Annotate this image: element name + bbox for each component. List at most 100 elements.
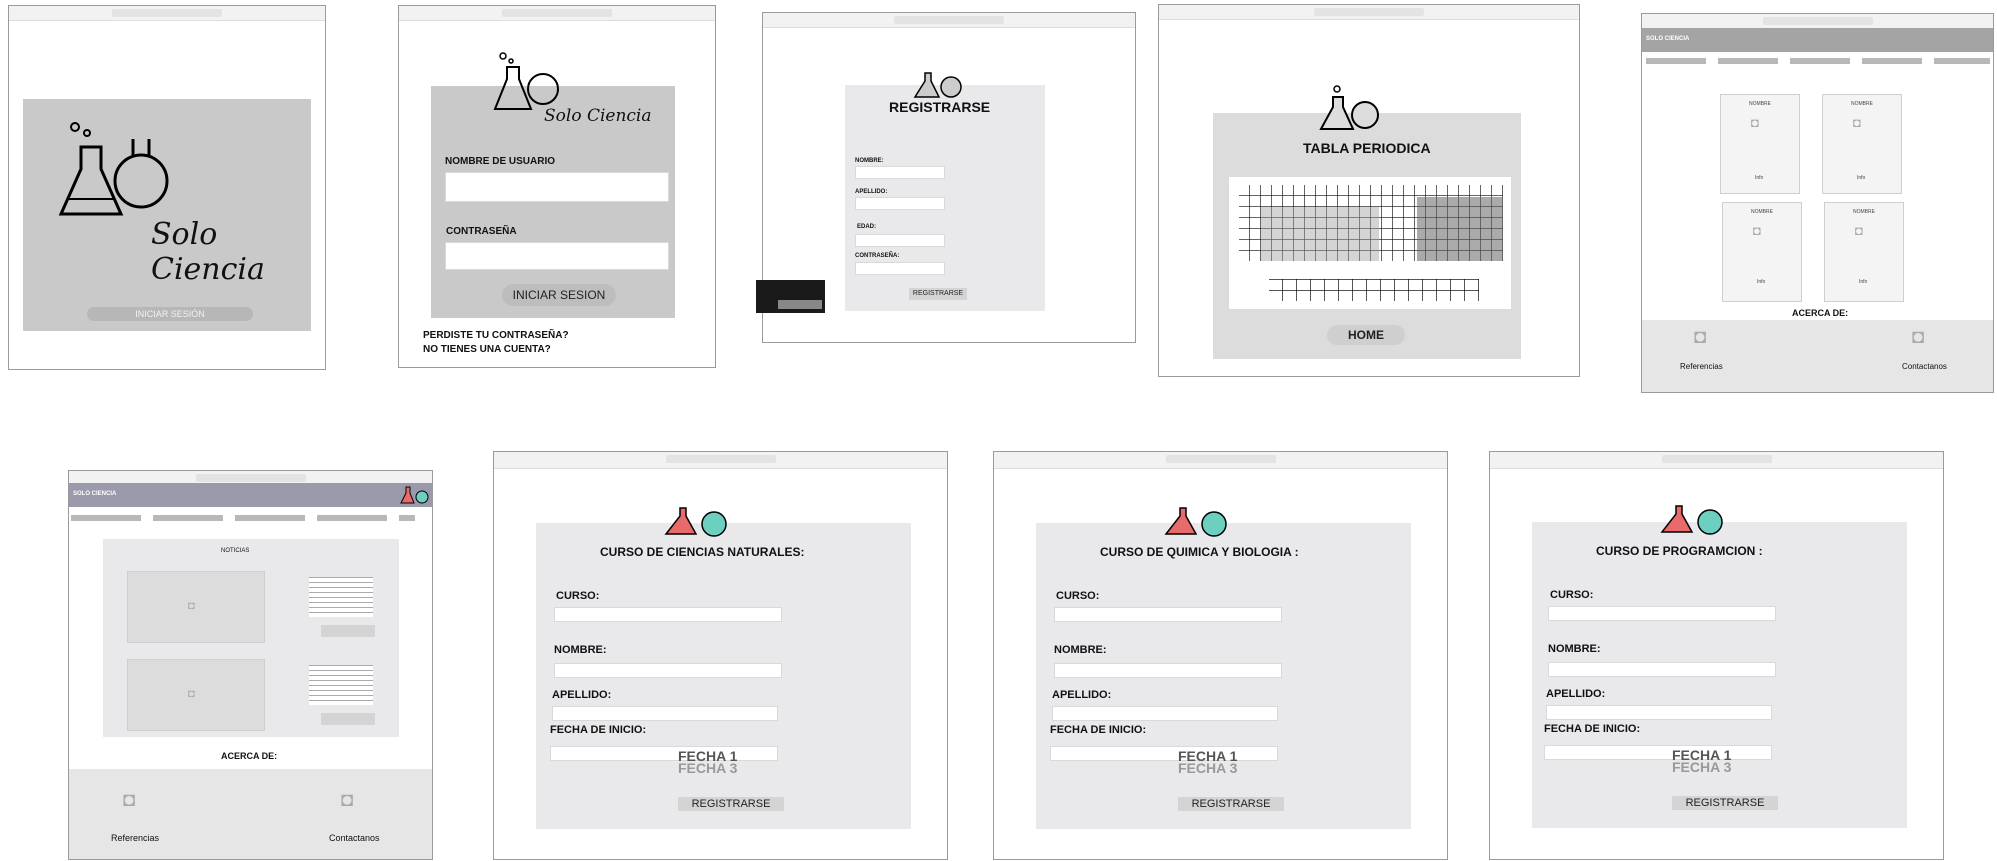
contact-link[interactable]: Contactanos bbox=[1902, 362, 1947, 371]
date-option[interactable]: FECHA 3 bbox=[1178, 760, 1237, 776]
card-info: Info bbox=[1757, 279, 1766, 285]
course-input[interactable] bbox=[1054, 607, 1282, 622]
start-date-label: FECHA DE INICIO: bbox=[1544, 723, 1641, 735]
read-more-button[interactable] bbox=[321, 625, 375, 637]
address-bar[interactable] bbox=[112, 9, 222, 17]
home-nav[interactable] bbox=[1646, 58, 1990, 64]
lastname-input[interactable] bbox=[1546, 705, 1772, 720]
news-header: SOLO CIENCIA bbox=[69, 483, 432, 507]
screen-login: Solo Ciencia NOMBRE DE USUARIO CONTRASEÑ… bbox=[398, 5, 716, 368]
course-label: CURSO: bbox=[1550, 589, 1594, 601]
lastname-label: APELLIDO: bbox=[1052, 689, 1112, 701]
read-more-button[interactable] bbox=[321, 713, 375, 725]
address-bar[interactable] bbox=[1762, 17, 1873, 25]
card-title: NOMBRE bbox=[1851, 101, 1873, 107]
course-card[interactable]: NOMBRE ◘ Info bbox=[1720, 94, 1800, 194]
register-button[interactable]: REGISTRARSE bbox=[1178, 797, 1284, 811]
address-bar[interactable] bbox=[502, 9, 612, 17]
news-excerpt bbox=[309, 665, 373, 705]
course-card[interactable]: NOMBRE ◘ Info bbox=[1722, 202, 1802, 302]
start-date-label: FECHA DE INICIO: bbox=[550, 724, 647, 736]
landing-hero: Solo Ciencia INICIAR SESIÓN bbox=[23, 99, 311, 331]
name-input[interactable] bbox=[1548, 662, 1776, 677]
lastname-input[interactable] bbox=[1052, 706, 1278, 721]
camera-icon: ◘ bbox=[1855, 223, 1863, 238]
browser-chrome bbox=[494, 452, 947, 469]
name-input[interactable] bbox=[855, 166, 945, 179]
lastname-input[interactable] bbox=[855, 197, 945, 210]
home-button[interactable]: HOME bbox=[1327, 325, 1405, 345]
camera-icon: ◘ bbox=[188, 688, 195, 700]
browser-chrome bbox=[1490, 452, 1943, 469]
name-input[interactable] bbox=[554, 663, 782, 678]
name-label: NOMBRE: bbox=[1054, 644, 1107, 656]
lanthanides-block bbox=[1269, 279, 1479, 301]
screen-course-form: CURSO DE CIENCIAS NATURALES: CURSO: NOMB… bbox=[493, 451, 948, 860]
references-link[interactable]: Referencias bbox=[1680, 362, 1723, 371]
start-date-label: FECHA DE INICIO: bbox=[1050, 724, 1147, 736]
camera-icon: ◘ bbox=[123, 789, 136, 811]
browser-chrome bbox=[399, 6, 715, 21]
address-bar[interactable] bbox=[1314, 8, 1424, 16]
contact-link[interactable]: Contactanos bbox=[329, 833, 380, 843]
address-bar[interactable] bbox=[195, 474, 306, 482]
periodic-table[interactable] bbox=[1229, 177, 1511, 309]
username-input[interactable] bbox=[445, 172, 669, 202]
course-input[interactable] bbox=[554, 607, 782, 622]
course-form-title: CURSO DE QUIMICA Y BIOLOGIA : bbox=[1100, 545, 1299, 559]
date-option[interactable]: FECHA 3 bbox=[1672, 759, 1731, 775]
popup-button[interactable] bbox=[778, 300, 822, 309]
news-image[interactable]: ◘ bbox=[127, 659, 265, 731]
name-input[interactable] bbox=[1054, 663, 1282, 678]
name-label: NOMBRE: bbox=[1548, 643, 1601, 655]
course-input[interactable] bbox=[1548, 606, 1776, 621]
start-date-select[interactable] bbox=[1544, 745, 1772, 760]
home-footer: ◘ Referencias ◘ Contactanos bbox=[1642, 320, 1993, 392]
periodic-title: TABLA PERIODICA bbox=[1303, 140, 1431, 156]
start-date-select[interactable] bbox=[550, 746, 778, 761]
register-password-input[interactable] bbox=[855, 262, 945, 275]
course-label: CURSO: bbox=[556, 590, 600, 602]
no-account-link[interactable]: NO TIENES UNA CUENTA? bbox=[423, 344, 551, 355]
date-option[interactable]: FECHA 3 bbox=[678, 760, 737, 776]
address-bar[interactable] bbox=[1165, 455, 1276, 463]
camera-icon: ◘ bbox=[1694, 326, 1707, 348]
password-input[interactable] bbox=[445, 242, 669, 270]
register-button[interactable]: REGISTRARSE bbox=[678, 797, 784, 811]
screen-course-form: CURSO DE PROGRAMCION : CURSO: NOMBRE: AP… bbox=[1489, 451, 1944, 860]
transition-metals bbox=[1261, 207, 1379, 261]
password-label: CONTRASEÑA bbox=[446, 226, 517, 237]
brand-label[interactable]: SOLO CIENCIA bbox=[1646, 36, 1689, 42]
register-button[interactable]: REGISTRARSE bbox=[1672, 796, 1778, 810]
login-button[interactable]: INICIAR SESIÓN bbox=[87, 307, 253, 321]
browser-chrome bbox=[763, 13, 1135, 28]
course-form-title: CURSO DE PROGRAMCION : bbox=[1596, 544, 1763, 558]
age-input[interactable] bbox=[855, 234, 945, 247]
start-date-select[interactable] bbox=[1050, 746, 1278, 761]
flask-logo-icon bbox=[58, 122, 169, 216]
screen-course-form: CURSO DE QUIMICA Y BIOLOGIA : CURSO: NOM… bbox=[993, 451, 1448, 860]
register-button[interactable]: REGISTRARSE bbox=[909, 288, 967, 300]
login-button[interactable]: INICIAR SESION bbox=[502, 284, 616, 306]
news-nav[interactable] bbox=[71, 515, 415, 521]
camera-icon: ◘ bbox=[1753, 223, 1761, 238]
card-title: NOMBRE bbox=[1751, 209, 1773, 215]
address-bar[interactable] bbox=[1661, 455, 1772, 463]
brand-label[interactable]: SOLO CIENCIA bbox=[73, 491, 116, 497]
register-field-label: CONTRASEÑA: bbox=[855, 253, 900, 259]
camera-icon: ◘ bbox=[1912, 326, 1925, 348]
forgot-password-link[interactable]: PERDISTE TU CONTRASEÑA? bbox=[423, 330, 569, 341]
references-link[interactable]: Referencias bbox=[111, 833, 159, 843]
course-card[interactable]: NOMBRE ◘ Info bbox=[1822, 94, 1902, 194]
browser-chrome bbox=[1642, 14, 1993, 29]
address-bar[interactable] bbox=[665, 455, 776, 463]
lastname-input[interactable] bbox=[552, 706, 778, 721]
course-card[interactable]: NOMBRE ◘ Info bbox=[1824, 202, 1904, 302]
lastname-label: APELLIDO: bbox=[1546, 688, 1606, 700]
news-image[interactable]: ◘ bbox=[127, 571, 265, 643]
card-title: NOMBRE bbox=[1749, 101, 1771, 107]
address-bar[interactable] bbox=[894, 16, 1004, 24]
course-label: CURSO: bbox=[1056, 590, 1100, 602]
screen-news: SOLO CIENCIA NOTICIAS ◘ ◘ ACERCA DE: ◘ R… bbox=[68, 470, 433, 860]
browser-chrome bbox=[9, 6, 325, 21]
